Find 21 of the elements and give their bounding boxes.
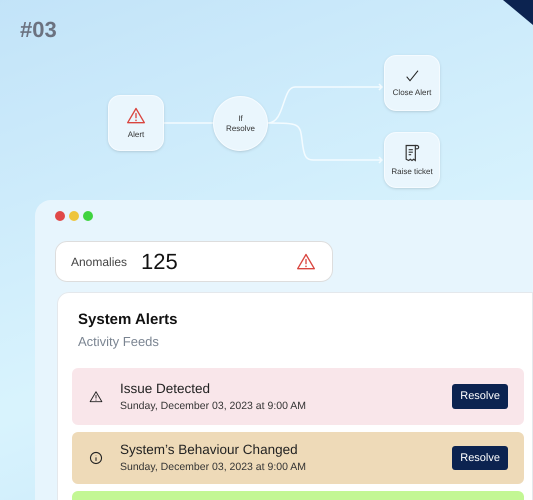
anomalies-label: Anomalies: [71, 254, 128, 270]
check-icon: [404, 68, 420, 84]
card-title: System Alerts: [78, 310, 178, 330]
warning-icon: [296, 252, 316, 272]
node-label: Close Alert: [392, 88, 432, 98]
alert-time: Sunday, December 03, 2023 at 9:00 AM: [120, 460, 306, 476]
node-label: Raise ticket: [390, 167, 434, 177]
node-label: If Resolve: [225, 114, 256, 134]
alert-title: Issue Detected: [120, 380, 212, 398]
info-icon: [89, 451, 103, 465]
anomalies-count: 125: [141, 248, 178, 276]
card-subtitle: Activity Feeds: [78, 332, 160, 351]
warning-icon: [89, 390, 103, 404]
step-number: #03: [20, 16, 57, 44]
warning-icon: [126, 106, 146, 126]
resolve-button[interactable]: Resolve: [452, 446, 508, 470]
resolve-button[interactable]: Resolve: [452, 384, 508, 409]
alert-title: System’s Behaviour Changed: [120, 441, 299, 459]
alert-time: Sunday, December 03, 2023 at 9:00 AM: [120, 398, 306, 414]
corner-triangle: [503, 0, 533, 25]
node-label: Alert: [126, 130, 146, 140]
